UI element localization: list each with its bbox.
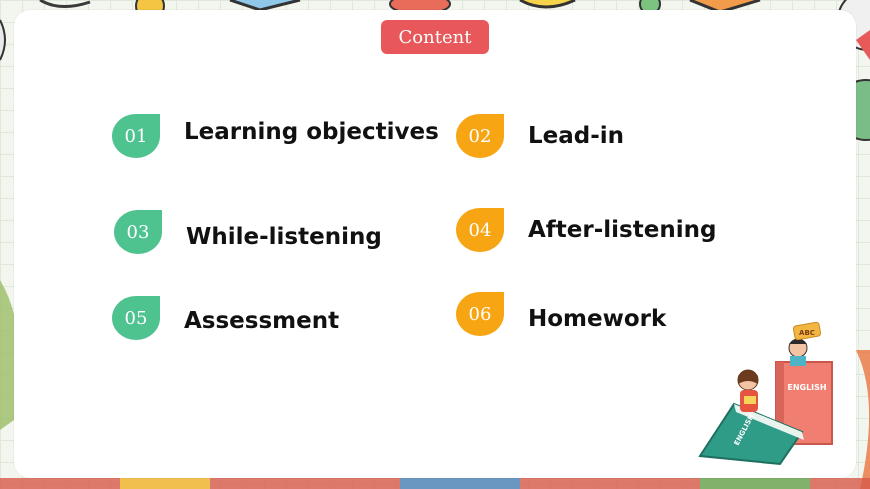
toc-item-homework[interactable]: 06 Homework bbox=[456, 292, 666, 336]
number-badge: 02 bbox=[456, 114, 504, 158]
number-badge: 01 bbox=[112, 114, 160, 158]
toc-item-label: After-listening bbox=[528, 217, 717, 243]
toc-item-label: Assessment bbox=[184, 308, 340, 334]
toc-item-label: Homework bbox=[528, 306, 667, 332]
toc-item-while-listening[interactable]: 03 While-listening bbox=[114, 210, 382, 254]
number-badge: 06 bbox=[456, 292, 504, 336]
toc-item-label: Lead-in bbox=[528, 123, 625, 149]
toc-item-assessment[interactable]: 05 Assessment bbox=[112, 296, 339, 340]
toc-item-label: Learning objectives bbox=[184, 119, 439, 145]
toc-item-lead-in[interactable]: 02 Lead-in bbox=[456, 114, 624, 158]
toc-item-label: While-listening bbox=[186, 224, 382, 250]
number-badge: 05 bbox=[112, 296, 160, 340]
content-title-badge: Content bbox=[381, 20, 489, 54]
number-badge: 04 bbox=[456, 208, 504, 252]
toc-item-learning-objectives[interactable]: 01 Learning objectives bbox=[112, 114, 439, 158]
toc-item-after-listening[interactable]: 04 After-listening bbox=[456, 208, 716, 252]
number-badge: 03 bbox=[114, 210, 162, 254]
